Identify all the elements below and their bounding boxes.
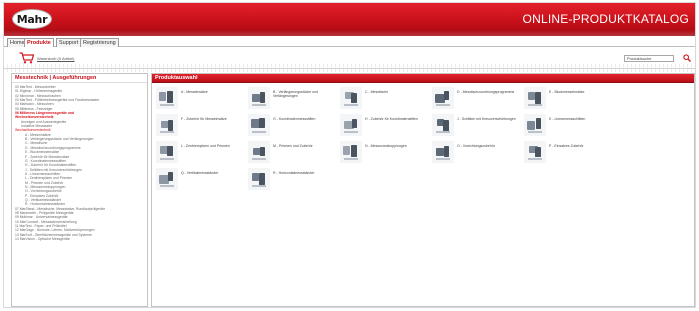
product-label[interactable]: H - Zubehör für Koordinatenstiften bbox=[365, 117, 427, 121]
measuring-table-icon[interactable] bbox=[340, 87, 362, 109]
product-card[interactable]: K - Linearmessschlitten bbox=[524, 114, 614, 138]
table-program-icon[interactable] bbox=[432, 87, 454, 109]
mahr-logo[interactable]: Mahr bbox=[12, 9, 52, 29]
product-card[interactable]: L - Zentrierspitzen und Prismen bbox=[156, 141, 246, 165]
product-card[interactable]: R - Horizontalmessständer bbox=[248, 168, 338, 192]
product-label[interactable]: B - Verlängerungsstücke und Verlängerung… bbox=[273, 90, 335, 99]
product-card[interactable]: H - Zubehör für Koordinatenstiften bbox=[340, 114, 430, 138]
product-selection-title: Produktauswahl bbox=[152, 74, 694, 83]
product-card[interactable]: N - Messsonnekopplungen bbox=[340, 141, 430, 165]
category-tree: 00 MarTest - Messschieber 01 Digimar - Hö… bbox=[12, 83, 147, 241]
vertical-stand-icon[interactable] bbox=[156, 168, 178, 190]
centering-tip-icon[interactable] bbox=[156, 141, 178, 163]
product-label[interactable]: O - Vorrichtungszubehör bbox=[457, 144, 519, 148]
product-card[interactable]: B - Verlängerungsstücke und Verlängerung… bbox=[248, 87, 338, 111]
search-icon[interactable] bbox=[683, 54, 691, 62]
product-label[interactable]: A - Messeinsätze bbox=[181, 90, 243, 94]
category-tree-panel: Messtechnik | Ausgeführungen 00 MarTest … bbox=[11, 73, 148, 307]
block-insert-icon[interactable] bbox=[524, 87, 546, 109]
product-card[interactable]: C - Messtische bbox=[340, 87, 430, 111]
product-search-select[interactable]: Produktsuche bbox=[624, 55, 674, 62]
page-frame: Mahr ONLINE-PRODUKTKATALOG Home Produkte… bbox=[3, 2, 696, 308]
linear-slide-icon[interactable] bbox=[524, 114, 546, 136]
product-card[interactable]: Q - Vertikalmessständer bbox=[156, 168, 246, 192]
tab-registrierung[interactable]: Registrierung bbox=[80, 38, 119, 47]
product-label[interactable]: R - Horizontalmessständer bbox=[273, 171, 335, 175]
product-label[interactable]: C - Messtische bbox=[365, 90, 427, 94]
product-label[interactable]: Q - Vertikalmessständer bbox=[181, 171, 243, 175]
product-label[interactable]: F - Zubehör für Messeinsätze bbox=[181, 117, 243, 121]
product-card[interactable]: O - Vorrichtungszubehör bbox=[432, 141, 522, 165]
insert-accessory-icon[interactable] bbox=[156, 114, 178, 136]
insert-accessory-2-icon[interactable] bbox=[524, 141, 546, 163]
product-selection-panel: Produktauswahl A - Messeinsätze B - Verlä… bbox=[151, 73, 695, 307]
product-label[interactable]: K - Linearmessschlitten bbox=[549, 117, 611, 121]
product-card[interactable]: P - Einsatzes Zubehör bbox=[524, 141, 614, 165]
fixture-accessory-icon[interactable] bbox=[432, 141, 454, 163]
cart-link[interactable]: Warenkorb (0 Artikel) bbox=[37, 56, 74, 61]
product-card[interactable]: D - Messtischzuordnungsprogramme bbox=[432, 87, 522, 111]
product-label[interactable]: L - Zentrierspitzen und Prismen bbox=[181, 144, 243, 148]
horizontal-stand-icon[interactable] bbox=[248, 168, 270, 190]
coordinate-pin-icon[interactable] bbox=[248, 114, 270, 136]
product-card[interactable]: G - Koordinatenmessstiften bbox=[248, 114, 338, 138]
product-label[interactable]: G - Koordinatenmessstiften bbox=[273, 117, 335, 121]
product-card[interactable]: M - Prismen und Zubehör bbox=[248, 141, 338, 165]
product-label[interactable]: M - Prismen und Zubehör bbox=[273, 144, 335, 148]
catalog-title: ONLINE-PRODUKTKATALOG bbox=[522, 12, 689, 26]
main-nav: Home Produkte Support Registrierung bbox=[4, 36, 695, 47]
tab-produkte[interactable]: Produkte bbox=[24, 38, 54, 47]
category-tree-title: Messtechnik | Ausgeführungen bbox=[12, 74, 147, 83]
measuring-insert-icon[interactable] bbox=[156, 87, 178, 109]
prism-icon[interactable] bbox=[248, 141, 270, 163]
product-card[interactable]: E - Blockmesseinsätze bbox=[524, 87, 614, 111]
tree-item[interactable]: 14 MarVision - Optische Messgeräte bbox=[15, 237, 147, 241]
site-header: Mahr ONLINE-PRODUKTKATALOG bbox=[4, 3, 695, 36]
product-label[interactable]: J - Schlitten mit Kreuzverschiebungen bbox=[457, 117, 519, 121]
extension-icon[interactable] bbox=[248, 87, 270, 109]
cross-slide-icon[interactable] bbox=[432, 114, 454, 136]
shopping-cart-icon[interactable] bbox=[19, 52, 34, 64]
logo-text: Mahr bbox=[16, 12, 48, 26]
decorative-ruler bbox=[7, 64, 692, 72]
pin-accessory-icon[interactable] bbox=[340, 114, 362, 136]
product-label[interactable]: N - Messsonnekopplungen bbox=[365, 144, 427, 148]
product-label[interactable]: E - Blockmesseinsätze bbox=[549, 90, 611, 94]
product-label[interactable]: D - Messtischzuordnungsprogramme bbox=[457, 90, 519, 94]
product-card[interactable]: J - Schlitten mit Kreuzverschiebungen bbox=[432, 114, 522, 138]
product-card[interactable]: F - Zubehör für Messeinsätze bbox=[156, 114, 246, 138]
tab-support[interactable]: Support bbox=[56, 38, 82, 47]
coupling-icon[interactable] bbox=[340, 141, 362, 163]
product-card[interactable]: A - Messeinsätze bbox=[156, 87, 246, 111]
product-label[interactable]: P - Einsatzes Zubehör bbox=[549, 144, 611, 148]
